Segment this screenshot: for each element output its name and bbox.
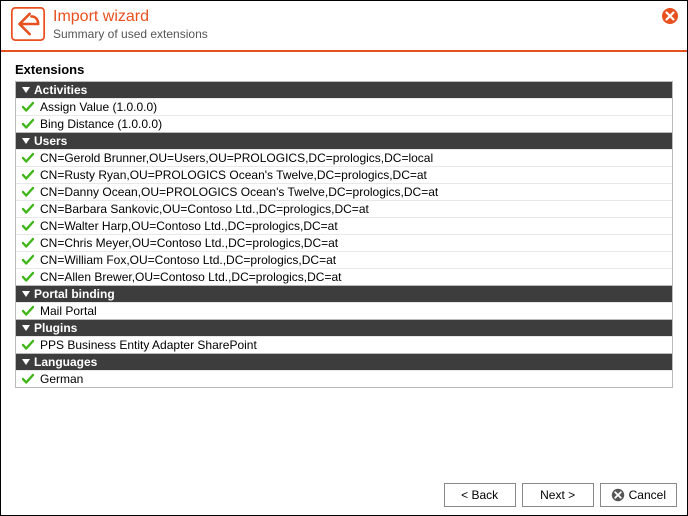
extensions-heading: Extensions	[15, 62, 673, 77]
back-button[interactable]: < Back	[444, 483, 516, 507]
list-item-label: CN=Barbara Sankovic,OU=Contoso Ltd.,DC=p…	[40, 202, 369, 216]
check-icon	[22, 203, 34, 215]
group-label: Activities	[34, 83, 87, 97]
content-area: Extensions Activities Assign Value (1.0.0…	[1, 52, 687, 476]
wizard-footer: < Back Next > Cancel	[1, 476, 687, 515]
header-text: Import wizard Summary of used extensions	[53, 7, 208, 42]
list-item[interactable]: CN=William Fox,OU=Contoso Ltd.,DC=prolog…	[16, 251, 672, 268]
group-header[interactable]: Plugins	[16, 319, 672, 336]
list-item[interactable]: Bing Distance (1.0.0.0)	[16, 115, 672, 132]
group-header[interactable]: Users	[16, 132, 672, 149]
list-item-label: CN=Gerold Brunner,OU=Users,OU=PROLOGICS,…	[40, 151, 433, 165]
collapse-triangle-icon	[22, 291, 30, 297]
list-item-label: PPS Business Entity Adapter SharePoint	[40, 338, 257, 352]
wizard-header: Import wizard Summary of used extensions	[1, 1, 687, 52]
collapse-triangle-icon	[22, 87, 30, 93]
list-item[interactable]: CN=Allen Brewer,OU=Contoso Ltd.,DC=prolo…	[16, 268, 672, 285]
list-item[interactable]: CN=Gerold Brunner,OU=Users,OU=PROLOGICS,…	[16, 149, 672, 166]
close-icon[interactable]	[661, 7, 679, 25]
group-label: Portal binding	[34, 287, 115, 301]
list-item[interactable]: CN=Walter Harp,OU=Contoso Ltd.,DC=prolog…	[16, 217, 672, 234]
check-icon	[22, 186, 34, 198]
list-item-label: CN=Chris Meyer,OU=Contoso Ltd.,DC=prolog…	[40, 236, 338, 250]
check-icon	[22, 169, 34, 181]
wizard-subtitle: Summary of used extensions	[53, 27, 208, 41]
list-item-label: CN=Walter Harp,OU=Contoso Ltd.,DC=prolog…	[40, 219, 338, 233]
list-item-label: German	[40, 372, 83, 386]
collapse-triangle-icon	[22, 359, 30, 365]
check-icon	[22, 271, 34, 283]
check-icon	[22, 339, 34, 351]
list-item[interactable]: CN=Danny Ocean,OU=PROLOGICS Ocean's Twel…	[16, 183, 672, 200]
group-label: Plugins	[34, 321, 77, 335]
back-arrow-icon	[11, 7, 45, 41]
check-icon	[22, 220, 34, 232]
wizard-title: Import wizard	[53, 7, 208, 26]
extensions-list: Activities Assign Value (1.0.0.0) Bing Dis…	[15, 81, 673, 388]
list-item-label: CN=Rusty Ryan,OU=PROLOGICS Ocean's Twelv…	[40, 168, 427, 182]
group-header[interactable]: Activities	[16, 81, 672, 98]
list-item[interactable]: Mail Portal	[16, 302, 672, 319]
next-button[interactable]: Next >	[522, 483, 594, 507]
list-item[interactable]: PPS Business Entity Adapter SharePoint	[16, 336, 672, 353]
check-icon	[22, 101, 34, 113]
check-icon	[22, 305, 34, 317]
list-item[interactable]: Assign Value (1.0.0.0)	[16, 98, 672, 115]
list-item-label: Bing Distance (1.0.0.0)	[40, 117, 162, 131]
check-icon	[22, 152, 34, 164]
cancel-button[interactable]: Cancel	[600, 483, 677, 507]
list-item[interactable]: CN=Chris Meyer,OU=Contoso Ltd.,DC=prolog…	[16, 234, 672, 251]
list-item[interactable]: CN=Barbara Sankovic,OU=Contoso Ltd.,DC=p…	[16, 200, 672, 217]
list-item[interactable]: German	[16, 370, 672, 387]
cancel-label: Cancel	[629, 488, 666, 502]
list-item-label: Assign Value (1.0.0.0)	[40, 100, 157, 114]
list-item-label: CN=William Fox,OU=Contoso Ltd.,DC=prolog…	[40, 253, 336, 267]
cancel-icon	[611, 488, 625, 502]
group-header[interactable]: Languages	[16, 353, 672, 370]
check-icon	[22, 254, 34, 266]
collapse-triangle-icon	[22, 325, 30, 331]
wizard-window: Import wizard Summary of used extensions…	[0, 0, 688, 516]
list-item[interactable]: CN=Rusty Ryan,OU=PROLOGICS Ocean's Twelv…	[16, 166, 672, 183]
check-icon	[22, 237, 34, 249]
list-item-label: Mail Portal	[40, 304, 97, 318]
check-icon	[22, 118, 34, 130]
list-item-label: CN=Allen Brewer,OU=Contoso Ltd.,DC=prolo…	[40, 270, 341, 284]
collapse-triangle-icon	[22, 138, 30, 144]
group-label: Languages	[34, 355, 97, 369]
list-item-label: CN=Danny Ocean,OU=PROLOGICS Ocean's Twel…	[40, 185, 438, 199]
group-label: Users	[34, 134, 67, 148]
group-header[interactable]: Portal binding	[16, 285, 672, 302]
check-icon	[22, 373, 34, 385]
